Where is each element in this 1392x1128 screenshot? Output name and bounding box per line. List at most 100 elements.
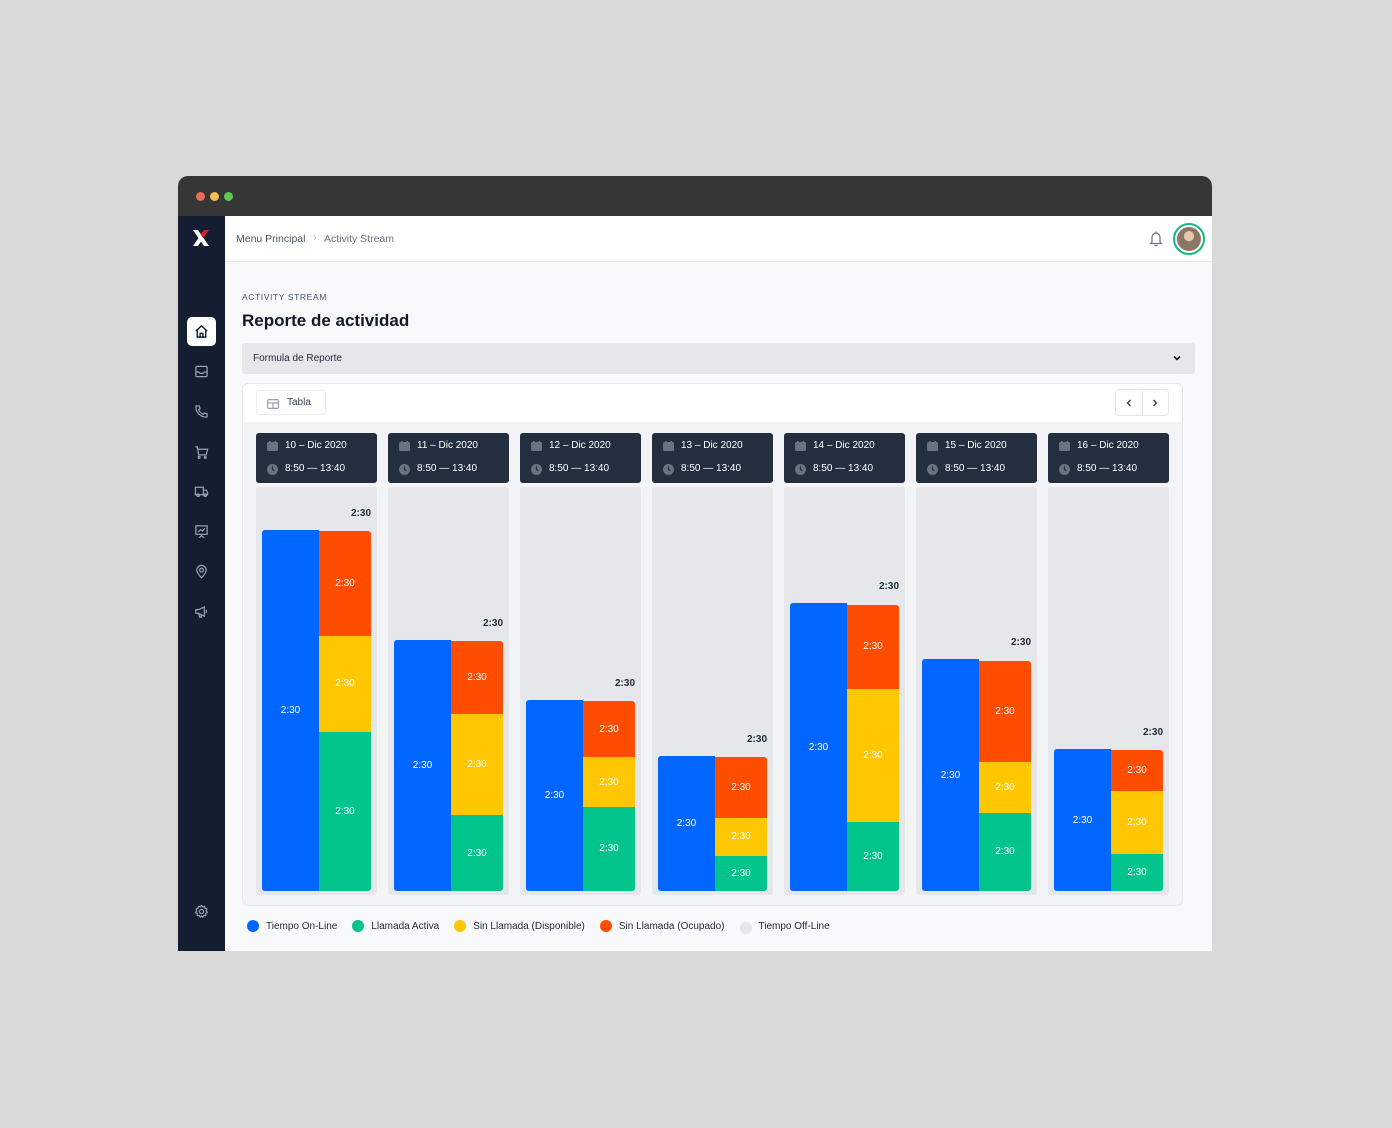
calendar-icon [531, 441, 542, 451]
sidebar-item-inbox[interactable] [187, 357, 216, 386]
sidebar-item-delivery[interactable] [187, 477, 216, 506]
sidebar-item-phone[interactable] [187, 397, 216, 426]
avatar-photo [1177, 227, 1201, 251]
presentation-chart-icon [195, 525, 208, 539]
column-time: 8:50 — 13:40 [285, 463, 346, 474]
gear-icon [194, 904, 209, 919]
column-date: 13 – Dic 2020 [681, 440, 743, 451]
bar-sin-llamada-disponible: 2:30 [847, 688, 899, 822]
legend-item-online[interactable]: Tiempo On-Line [247, 920, 337, 932]
column-date: 14 – Dic 2020 [813, 440, 875, 451]
column-header: 16 – Dic 2020 8:50 — 13:40 [1048, 433, 1169, 483]
column-plot-area: 2:30 2:30 2:30 2:30 2:30 [1048, 487, 1169, 895]
bar-sin-llamada-ocupado: 2:30 [979, 661, 1031, 762]
next-button[interactable] [1141, 390, 1169, 415]
column-date: 16 – Dic 2020 [1077, 440, 1139, 451]
tabla-button[interactable]: Tabla [256, 390, 326, 415]
page-eyebrow: ACTIVITY STREAM [242, 292, 327, 302]
sidebar-item-reports[interactable] [187, 517, 216, 546]
column-time: 8:50 — 13:40 [1077, 463, 1138, 474]
sidebar-item-location[interactable] [187, 557, 216, 586]
bar-llamada-activa: 2:30 [1111, 854, 1163, 891]
legend-item-offline[interactable]: Tiempo Off-Line [739, 918, 830, 934]
column-header: 12 – Dic 2020 8:50 — 13:40 [520, 433, 641, 483]
column-plot-area: 2:30 2:30 2:30 2:30 2:30 [652, 487, 773, 895]
formula-dropdown[interactable]: Formula de Reporte [242, 343, 1195, 374]
bar-llamada-activa: 2:30 [451, 815, 503, 891]
bar-total-label: 2:30 [1142, 727, 1163, 739]
location-icon [196, 564, 207, 579]
bar-sin-llamada-disponible: 2:30 [319, 635, 371, 732]
sidebar-item-campaigns[interactable] [187, 597, 216, 626]
bar-tiempo-online: 2:30 [394, 640, 451, 891]
bell-icon[interactable] [1148, 230, 1164, 247]
column-date: 12 – Dic 2020 [549, 440, 611, 451]
clock-icon [663, 464, 674, 475]
bar-sin-llamada-disponible: 2:30 [583, 757, 635, 807]
column-header: 10 – Dic 2020 8:50 — 13:40 [256, 433, 377, 483]
sidebar-item-home[interactable] [187, 317, 216, 346]
column-time: 8:50 — 13:40 [813, 463, 874, 474]
column-header: 14 – Dic 2020 8:50 — 13:40 [784, 433, 905, 483]
column-plot-area: 2:30 2:30 2:30 2:30 2:30 [784, 487, 905, 895]
breadcrumb-menu-principal[interactable]: Menu Principal [236, 233, 305, 245]
bar-tiempo-online: 2:30 [262, 530, 319, 891]
bar-total-label: 2:30 [614, 678, 635, 690]
tabla-button-label: Tabla [287, 397, 311, 408]
maximize-dot[interactable] [224, 192, 233, 201]
legend-label: Sin Llamada (Disponible) [473, 920, 585, 932]
minimize-dot[interactable] [210, 192, 219, 201]
bar-total-label: 2:30 [746, 734, 767, 746]
page-title: Reporte de actividad [242, 311, 410, 330]
app-logo[interactable] [191, 228, 211, 248]
legend-item-ocupado[interactable]: Sin Llamada (Ocupado) [599, 920, 725, 932]
calendar-icon [663, 441, 674, 451]
bar-total-label: 2:30 [1010, 637, 1031, 649]
bar-sin-llamada-disponible: 2:30 [451, 714, 503, 815]
sidebar-item-settings[interactable] [187, 897, 216, 926]
phone-icon [195, 405, 208, 418]
megaphone-icon [195, 605, 208, 618]
bar-tiempo-online: 2:30 [658, 756, 715, 891]
chart-card: Tabla 10 – Dic 2020 8:50 — 13:40 2:30 2:30 2… [242, 383, 1183, 906]
bar-tiempo-online: 2:30 [1054, 749, 1111, 891]
sidebar-item-cart[interactable] [187, 438, 216, 467]
legend-swatch [599, 920, 612, 932]
legend-item-activa[interactable]: Llamada Activa [352, 920, 439, 932]
chart-card-header: Tabla [243, 384, 1182, 422]
bar-sin-llamada-disponible: 2:30 [715, 817, 767, 857]
calendar-icon [795, 441, 806, 451]
sidebar [178, 216, 225, 951]
legend-swatch [454, 920, 467, 932]
clock-icon [927, 464, 938, 475]
bar-llamada-activa: 2:30 [979, 813, 1031, 891]
clock-icon [267, 464, 278, 475]
column-plot-area: 2:30 2:30 2:30 2:30 2:30 [256, 487, 377, 895]
bar-tiempo-online: 2:30 [790, 603, 847, 891]
bar-llamada-activa: 2:30 [715, 856, 767, 891]
previous-button[interactable] [1116, 390, 1142, 415]
column-plot-area: 2:30 2:30 2:30 2:30 2:30 [916, 487, 1037, 895]
bar-sin-llamada-disponible: 2:30 [1111, 790, 1163, 854]
column-date: 11 – Dic 2020 [417, 440, 478, 451]
bar-sin-llamada-ocupado: 2:30 [583, 701, 635, 758]
title-bar [178, 176, 1212, 216]
chevron-down-icon [1173, 355, 1181, 361]
column-time: 8:50 — 13:40 [549, 463, 610, 474]
formula-dropdown-label: Formula de Reporte [253, 353, 342, 364]
app-window: Menu Principal › Activity Stream ACTIVIT… [178, 176, 1212, 951]
column-header: 15 – Dic 2020 8:50 — 13:40 [916, 433, 1037, 483]
breadcrumb-separator: › [313, 232, 317, 244]
legend-swatch [247, 920, 259, 932]
avatar[interactable] [1173, 223, 1205, 255]
bar-sin-llamada-disponible: 2:30 [979, 761, 1031, 813]
bar-sin-llamada-ocupado: 2:30 [451, 640, 503, 715]
bar-sin-llamada-ocupado: 2:30 [847, 604, 899, 689]
legend-swatch [739, 922, 752, 934]
column-plot-area: 2:30 2:30 2:30 2:30 2:30 [520, 487, 641, 895]
close-dot[interactable] [196, 192, 205, 201]
pager [1115, 389, 1169, 416]
bar-sin-llamada-ocupado: 2:30 [319, 530, 371, 636]
legend-label: Tiempo On-Line [266, 920, 338, 932]
legend-item-disponible[interactable]: Sin Llamada (Disponible) [454, 920, 585, 932]
